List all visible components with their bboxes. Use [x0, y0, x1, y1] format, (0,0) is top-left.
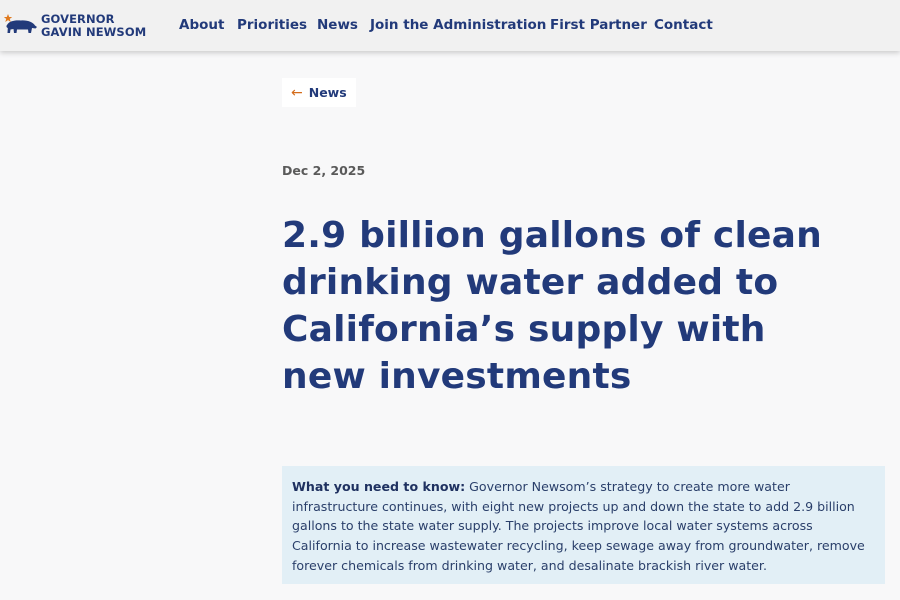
logo-line-2: GAVIN NEWSOM [41, 25, 147, 39]
nav-contact[interactable]: Contact [654, 17, 713, 33]
site-header: GOVERNOR GAVIN NEWSOM About Priorities N… [0, 0, 900, 51]
nav-priorities[interactable]: Priorities [237, 17, 307, 33]
back-link-label: News [308, 85, 347, 100]
nav-join-the-administration[interactable]: Join the Administration [370, 17, 546, 33]
summary-box: What you need to know: Governor Newsom’s… [282, 466, 885, 584]
article-date: Dec 2, 2025 [282, 163, 366, 178]
nav-news[interactable]: News [317, 17, 358, 33]
summary-lead: What you need to know: [292, 479, 466, 494]
back-to-news-link[interactable]: ← News [282, 78, 356, 107]
arrow-left-icon: ← [291, 84, 303, 101]
article-title: 2.9 billion gallons of clean drinking wa… [282, 215, 822, 397]
nav-about[interactable]: About [179, 17, 224, 33]
nav-first-partner[interactable]: First Partner [550, 17, 647, 33]
california-bear-icon [4, 14, 37, 33]
